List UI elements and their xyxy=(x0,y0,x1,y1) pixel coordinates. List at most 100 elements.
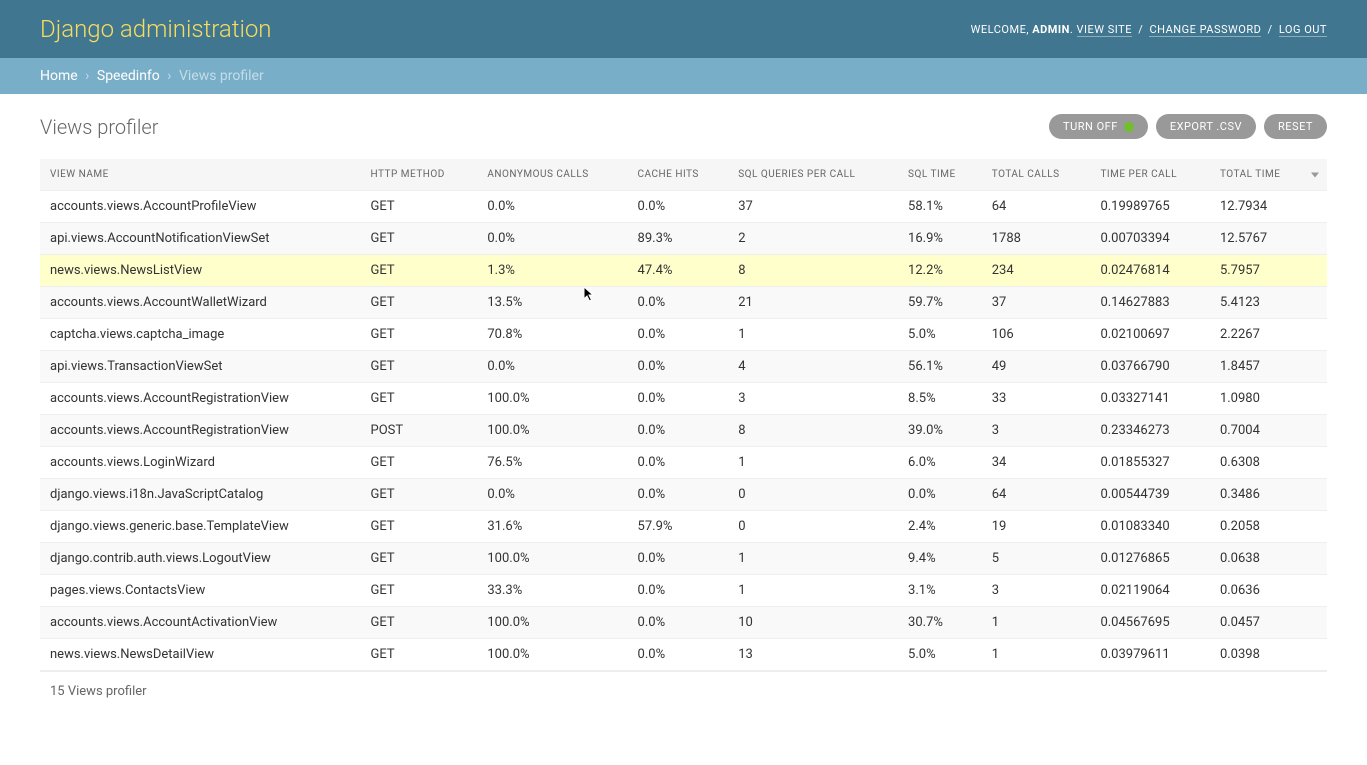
user-tools: WELCOME, ADMIN. VIEW SITE / CHANGE PASSW… xyxy=(971,23,1327,36)
table-cell: 2 xyxy=(728,223,898,255)
table-cell: 1 xyxy=(728,319,898,351)
table-cell: 0.0% xyxy=(628,191,729,223)
column-header[interactable]: TIME PER CALL xyxy=(1090,159,1210,191)
table-cell: accounts.views.AccountWalletWizard xyxy=(40,287,361,319)
table-cell: 30.7% xyxy=(898,607,982,639)
table-cell: 0.0% xyxy=(477,191,627,223)
table-cell: 0.0% xyxy=(628,575,729,607)
table-row[interactable]: accounts.views.AccountWalletWizardGET13.… xyxy=(40,287,1327,319)
table-cell: GET xyxy=(361,383,478,415)
results-table: VIEW NAMEHTTP METHODANONYMOUS CALLSCACHE… xyxy=(40,159,1327,671)
table-cell: GET xyxy=(361,191,478,223)
turn-off-label: TURN OFF xyxy=(1063,120,1118,133)
page-title: Views profiler xyxy=(40,115,158,139)
table-cell: accounts.views.LoginWizard xyxy=(40,447,361,479)
table-cell: django.contrib.auth.views.LogoutView xyxy=(40,543,361,575)
table-cell: 3 xyxy=(982,575,1091,607)
welcome-text: WELCOME, xyxy=(971,23,1029,36)
table-cell: 5.0% xyxy=(898,639,982,671)
table-row[interactable]: accounts.views.LoginWizardGET76.5%0.0%16… xyxy=(40,447,1327,479)
object-tools: TURN OFF EXPORT .CSV RESET xyxy=(1049,114,1327,139)
table-cell: GET xyxy=(361,447,478,479)
table-cell: accounts.views.AccountProfileView xyxy=(40,191,361,223)
table-row[interactable]: accounts.views.AccountProfileViewGET0.0%… xyxy=(40,191,1327,223)
view-site-link[interactable]: VIEW SITE xyxy=(1077,23,1132,37)
table-cell: 0.0398 xyxy=(1210,639,1327,671)
separator: / xyxy=(1268,23,1273,36)
table-row[interactable]: api.views.TransactionViewSetGET0.0%0.0%4… xyxy=(40,351,1327,383)
table-cell: 64 xyxy=(982,479,1091,511)
table-row[interactable]: news.views.NewsDetailViewGET100.0%0.0%13… xyxy=(40,639,1327,671)
table-cell: 0.0% xyxy=(628,415,729,447)
table-cell: 0.0% xyxy=(628,543,729,575)
table-row[interactable]: django.contrib.auth.views.LogoutViewGET1… xyxy=(40,543,1327,575)
breadcrumb-app[interactable]: Speedinfo xyxy=(97,68,160,84)
table-cell: 19 xyxy=(982,511,1091,543)
table-cell: 2.2267 xyxy=(1210,319,1327,351)
table-cell: 10 xyxy=(728,607,898,639)
table-cell: 3 xyxy=(728,383,898,415)
column-header[interactable]: HTTP METHOD xyxy=(361,159,478,191)
table-row[interactable]: accounts.views.AccountRegistrationViewGE… xyxy=(40,383,1327,415)
table-cell: 47.4% xyxy=(628,255,729,287)
table-cell: 0.0% xyxy=(628,287,729,319)
table-cell: 0.02476814 xyxy=(1090,255,1210,287)
table-cell: 0.2058 xyxy=(1210,511,1327,543)
column-header[interactable]: VIEW NAME xyxy=(40,159,361,191)
column-header[interactable]: SQL QUERIES PER CALL xyxy=(728,159,898,191)
table-row[interactable]: django.views.i18n.JavaScriptCatalogGET0.… xyxy=(40,479,1327,511)
table-cell: GET xyxy=(361,607,478,639)
table-cell: 56.1% xyxy=(898,351,982,383)
table-cell: 2.4% xyxy=(898,511,982,543)
change-password-link[interactable]: CHANGE PASSWORD xyxy=(1149,23,1261,37)
table-cell: 0.04567695 xyxy=(1090,607,1210,639)
table-row[interactable]: accounts.views.AccountRegistrationViewPO… xyxy=(40,415,1327,447)
table-cell: 12.5767 xyxy=(1210,223,1327,255)
table-cell: 1 xyxy=(982,607,1091,639)
turn-off-button[interactable]: TURN OFF xyxy=(1049,114,1148,139)
table-row[interactable]: news.views.NewsListViewGET1.3%47.4%812.2… xyxy=(40,255,1327,287)
table-cell: 0.6308 xyxy=(1210,447,1327,479)
table-cell: api.views.AccountNotificationViewSet xyxy=(40,223,361,255)
column-header[interactable]: TOTAL TIME xyxy=(1210,159,1327,191)
table-cell: 37 xyxy=(728,191,898,223)
table-cell: 0.0% xyxy=(898,479,982,511)
logout-link[interactable]: LOG OUT xyxy=(1279,23,1327,37)
column-header[interactable]: CACHE HITS xyxy=(628,159,729,191)
table-cell: django.views.i18n.JavaScriptCatalog xyxy=(40,479,361,511)
table-cell: news.views.NewsDetailView xyxy=(40,639,361,671)
table-cell: 1 xyxy=(728,575,898,607)
table-row[interactable]: django.views.generic.base.TemplateViewGE… xyxy=(40,511,1327,543)
table-row[interactable]: accounts.views.AccountActivationViewGET1… xyxy=(40,607,1327,639)
breadcrumb-current: Views profiler xyxy=(179,68,264,84)
table-row[interactable]: api.views.AccountNotificationViewSetGET0… xyxy=(40,223,1327,255)
breadcrumb-separator: › xyxy=(85,68,89,84)
table-cell: 4 xyxy=(728,351,898,383)
table-cell: accounts.views.AccountActivationView xyxy=(40,607,361,639)
table-cell: 100.0% xyxy=(477,607,627,639)
breadcrumb-home[interactable]: Home xyxy=(40,68,78,84)
table-cell: 21 xyxy=(728,287,898,319)
reset-button[interactable]: RESET xyxy=(1264,114,1327,139)
table-cell: 70.8% xyxy=(477,319,627,351)
table-cell: GET xyxy=(361,351,478,383)
column-header[interactable]: ANONYMOUS CALLS xyxy=(477,159,627,191)
status-dot-icon xyxy=(1124,122,1134,132)
paginator: 15 Views profiler xyxy=(40,671,1327,711)
column-header[interactable]: TOTAL CALLS xyxy=(982,159,1091,191)
table-cell: 12.2% xyxy=(898,255,982,287)
table-cell: news.views.NewsListView xyxy=(40,255,361,287)
table-row[interactable]: pages.views.ContactsViewGET33.3%0.0%13.1… xyxy=(40,575,1327,607)
table-cell: GET xyxy=(361,319,478,351)
separator: / xyxy=(1138,23,1143,36)
table-cell: django.views.generic.base.TemplateView xyxy=(40,511,361,543)
table-cell: POST xyxy=(361,415,478,447)
content: Views profiler TURN OFF EXPORT .CSV RESE… xyxy=(0,94,1367,731)
table-cell: 0.0636 xyxy=(1210,575,1327,607)
table-cell: 33.3% xyxy=(477,575,627,607)
table-row[interactable]: captcha.views.captcha_imageGET70.8%0.0%1… xyxy=(40,319,1327,351)
table-cell: api.views.TransactionViewSet xyxy=(40,351,361,383)
export-csv-button[interactable]: EXPORT .CSV xyxy=(1156,114,1256,139)
table-cell: 0.0% xyxy=(628,319,729,351)
column-header[interactable]: SQL TIME xyxy=(898,159,982,191)
